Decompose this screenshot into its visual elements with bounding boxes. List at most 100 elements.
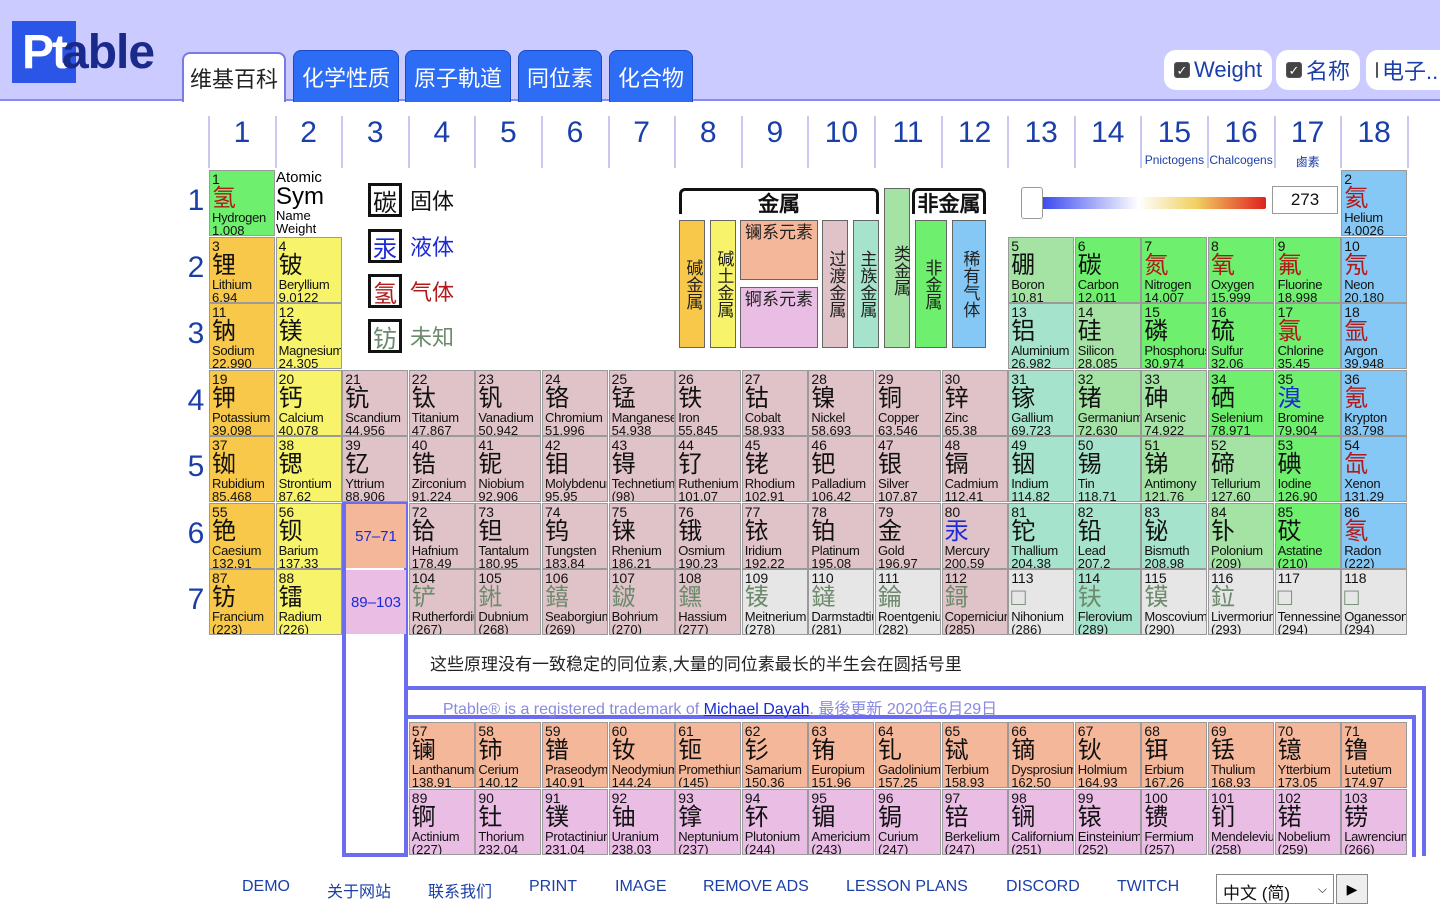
group-number-14[interactable]: 14 xyxy=(1075,116,1141,150)
tab-properties[interactable]: 化学性质 xyxy=(293,50,399,102)
element-cell-lutetium[interactable]: 71 镥 Lutetium 174.97 xyxy=(1341,722,1408,788)
element-cell-uranium[interactable]: 92 铀 Uranium 238.03 xyxy=(608,788,675,855)
element-cell-nickel[interactable]: 28 镍 Nickel 58.693 xyxy=(808,369,875,436)
ptable-logo[interactable]: Pt able xyxy=(12,20,155,84)
group-number-10[interactable]: 10 xyxy=(808,116,874,150)
name-checkbox[interactable]: ✓ xyxy=(1286,62,1302,78)
element-cell-tin[interactable]: 50 锡 Tin 118.71 xyxy=(1074,436,1141,502)
footer-link-about[interactable]: 关于网站 xyxy=(327,878,391,902)
element-cell-radium[interactable]: 88 镭 Radium (226) xyxy=(275,569,342,635)
element-cell-lead[interactable]: 82 铅 Lead 207.2 xyxy=(1074,502,1141,569)
element-cell-samarium[interactable]: 62 钐 Samarium 150.36 xyxy=(741,722,808,788)
weight-checkbox[interactable]: ✓ xyxy=(1174,62,1190,78)
legend-gas[interactable]: 氢 气体 xyxy=(368,274,454,308)
element-cell-californium[interactable]: 98 锎 Californium (251) xyxy=(1008,788,1075,855)
element-cell-europium[interactable]: 63 铕 Europium 151.96 xyxy=(808,722,875,788)
element-cell-krypton[interactable]: 36 氪 Krypton 83.798 xyxy=(1341,369,1408,436)
element-cell-bohrium[interactable]: 107 𨨏 Bohrium (270) xyxy=(608,569,675,635)
group-number-12[interactable]: 12 xyxy=(942,116,1008,150)
category-post-transition[interactable]: 主族金属 xyxy=(853,220,879,348)
element-cell-phosphorus[interactable]: 15 磷 Phosphorus 30.974 xyxy=(1141,303,1208,369)
group-number-6[interactable]: 6 xyxy=(542,116,608,150)
element-cell-iodine[interactable]: 53 碘 Iodine 126.90 xyxy=(1274,436,1341,502)
element-cell-neodymium[interactable]: 60 钕 Neodymium 144.24 xyxy=(608,722,675,788)
tab-wikipedia[interactable]: 维基百科 xyxy=(182,52,286,102)
period-number-1[interactable]: 1 xyxy=(184,184,208,218)
element-cell-argon[interactable]: 18 氩 Argon 39.948 xyxy=(1341,303,1408,369)
go-button[interactable]: ▶ xyxy=(1336,874,1368,904)
category-transition-metals[interactable]: 过渡金属 xyxy=(822,220,848,348)
category-actinides[interactable]: 锕系元素 xyxy=(740,287,818,348)
element-cell-cobalt[interactable]: 27 钴 Cobalt 58.933 xyxy=(741,369,808,436)
group-number-13[interactable]: 13 xyxy=(1008,116,1074,150)
element-cell-lawrencium[interactable]: 103 铹 Lawrencium (266) xyxy=(1341,788,1408,855)
element-cell-iridium[interactable]: 77 铱 Iridium 192.22 xyxy=(741,502,808,569)
element-cell-gallium[interactable]: 31 镓 Gallium 69.723 xyxy=(1008,369,1075,436)
element-cell-yttrium[interactable]: 39 钇 Yttrium 88.906 xyxy=(342,436,409,502)
author-link[interactable]: Michael Dayah xyxy=(704,701,810,718)
element-cell-copernicium[interactable]: 112 鎶 Copernicium (285) xyxy=(941,569,1008,635)
element-cell-polonium[interactable]: 84 钋 Polonium (209) xyxy=(1208,502,1274,569)
element-cell-carbon[interactable]: 6 碳 Carbon 12.011 xyxy=(1074,236,1141,303)
element-cell-einsteinium[interactable]: 99 锿 Einsteinium (252) xyxy=(1074,788,1141,855)
period-number-6[interactable]: 6 xyxy=(184,517,208,551)
category-alkaline-earth[interactable]: 碱土金属 xyxy=(710,220,736,348)
language-select[interactable]: 中文 (简) ⌵ xyxy=(1216,874,1334,904)
element-cell-chromium[interactable]: 24 铬 Chromium 51.996 xyxy=(542,369,608,436)
element-cell-chlorine[interactable]: 17 氯 Chlorine 35.45 xyxy=(1274,303,1341,369)
element-cell-technetium[interactable]: 43 锝 Technetium (98) xyxy=(608,436,675,502)
element-cell-hassium[interactable]: 108 𨭆 Hassium (277) xyxy=(675,569,742,635)
element-cell-manganese[interactable]: 25 锰 Manganese 54.938 xyxy=(608,369,675,436)
period-number-4[interactable]: 4 xyxy=(184,384,208,418)
element-cell-hydrogen[interactable]: 1 氢 Hydrogen 1.008 xyxy=(209,170,275,236)
category-noble-gases[interactable]: 稀有气体 xyxy=(952,220,986,348)
element-cell-scandium[interactable]: 21 钪 Scandium 44.956 xyxy=(342,369,409,436)
legend-unknown[interactable]: 钫 未知 xyxy=(368,319,454,353)
group-number-8[interactable]: 8 xyxy=(675,116,741,150)
element-cell-silicon[interactable]: 14 硅 Silicon 28.085 xyxy=(1074,303,1141,369)
element-cell-roentgenium[interactable]: 111錀Roentgenium(282) xyxy=(875,569,941,635)
element-cell-holmium[interactable]: 67 钬 Holmium 164.93 xyxy=(1074,722,1141,788)
element-cell-seaborgium[interactable]: 106 𨭎 Seaborgium (269) xyxy=(542,569,608,635)
element-cell-oganesson[interactable]: 118 □ Oganesson (294) xyxy=(1341,569,1408,635)
element-cell-beryllium[interactable]: 4 铍 Beryllium 9.0122 xyxy=(275,236,342,303)
actinide-placeholder[interactable]: 89–103 xyxy=(346,570,406,634)
element-cell-livermorium[interactable]: 116 鉝 Livermorium (293) xyxy=(1208,569,1274,635)
lanthanide-placeholder[interactable]: 57–71 xyxy=(346,504,406,568)
element-cell-lithium[interactable]: 3 锂 Lithium 6.94 xyxy=(209,236,275,303)
footer-link-contact[interactable]: 联系我们 xyxy=(428,878,492,902)
element-cell-molybdenum[interactable]: 42钼Molybdenum95.95 xyxy=(542,436,608,502)
element-cell-osmium[interactable]: 76 锇 Osmium 190.23 xyxy=(675,502,742,569)
category-nonmetals[interactable]: 非金属 xyxy=(915,220,947,348)
footer-link-print[interactable]: PRINT xyxy=(529,878,577,896)
footer-link-discord[interactable]: DISCORD xyxy=(1006,878,1080,896)
element-cell-protactinium[interactable]: 91 镤 Protactinium 231.04 xyxy=(542,788,608,855)
element-cell-erbium[interactable]: 68 铒 Erbium 167.26 xyxy=(1141,722,1208,788)
group-number-5[interactable]: 5 xyxy=(475,116,541,150)
element-cell-xenon[interactable]: 54 氙 Xenon 131.29 xyxy=(1341,436,1408,502)
element-cell-cadmium[interactable]: 48 镉 Cadmium 112.41 xyxy=(941,436,1008,502)
group-number-18[interactable]: 18 xyxy=(1341,116,1407,150)
element-cell-zinc[interactable]: 30 锌 Zinc 65.38 xyxy=(941,369,1008,436)
element-cell-ruthenium[interactable]: 44 钌 Ruthenium 101.07 xyxy=(675,436,742,502)
name-toggle[interactable]: ✓ 名称 xyxy=(1276,50,1361,90)
element-cell-praseodymium[interactable]: 59镨Praseodymium140.91 xyxy=(542,722,608,788)
category-alkali-metals[interactable]: 碱金属 xyxy=(679,220,705,348)
element-cell-cerium[interactable]: 58 铈 Cerium 140.12 xyxy=(475,722,542,788)
tab-isotopes[interactable]: 同位素 xyxy=(518,50,602,102)
category-metalloids[interactable]: 类金属 xyxy=(884,188,910,348)
temperature-input[interactable]: 273 xyxy=(1272,186,1338,214)
element-cell-thulium[interactable]: 69 铥 Thulium 168.93 xyxy=(1208,722,1274,788)
element-cell-selenium[interactable]: 34 硒 Selenium 78.971 xyxy=(1208,369,1274,436)
element-cell-barium[interactable]: 56 钡 Barium 137.33 xyxy=(275,502,342,569)
element-cell-dysprosium[interactable]: 66 镝 Dysprosium 162.50 xyxy=(1008,722,1075,788)
element-cell-tennessine[interactable]: 117 □ Tennessine (294) xyxy=(1274,569,1341,635)
element-cell-nitrogen[interactable]: 7 氮 Nitrogen 14.007 xyxy=(1141,236,1208,303)
tab-compounds[interactable]: 化合物 xyxy=(609,50,693,102)
footer-link-twitch[interactable]: TWITCH xyxy=(1117,878,1179,896)
element-cell-rubidium[interactable]: 37 铷 Rubidium 85.468 xyxy=(209,436,275,502)
element-cell-vanadium[interactable]: 23 钒 Vanadium 50.942 xyxy=(475,369,542,436)
temperature-slider-handle[interactable] xyxy=(1021,187,1043,219)
element-cell-silver[interactable]: 47 银 Silver 107.87 xyxy=(875,436,941,502)
element-cell-sulfur[interactable]: 16 硫 Sulfur 32.06 xyxy=(1208,303,1274,369)
